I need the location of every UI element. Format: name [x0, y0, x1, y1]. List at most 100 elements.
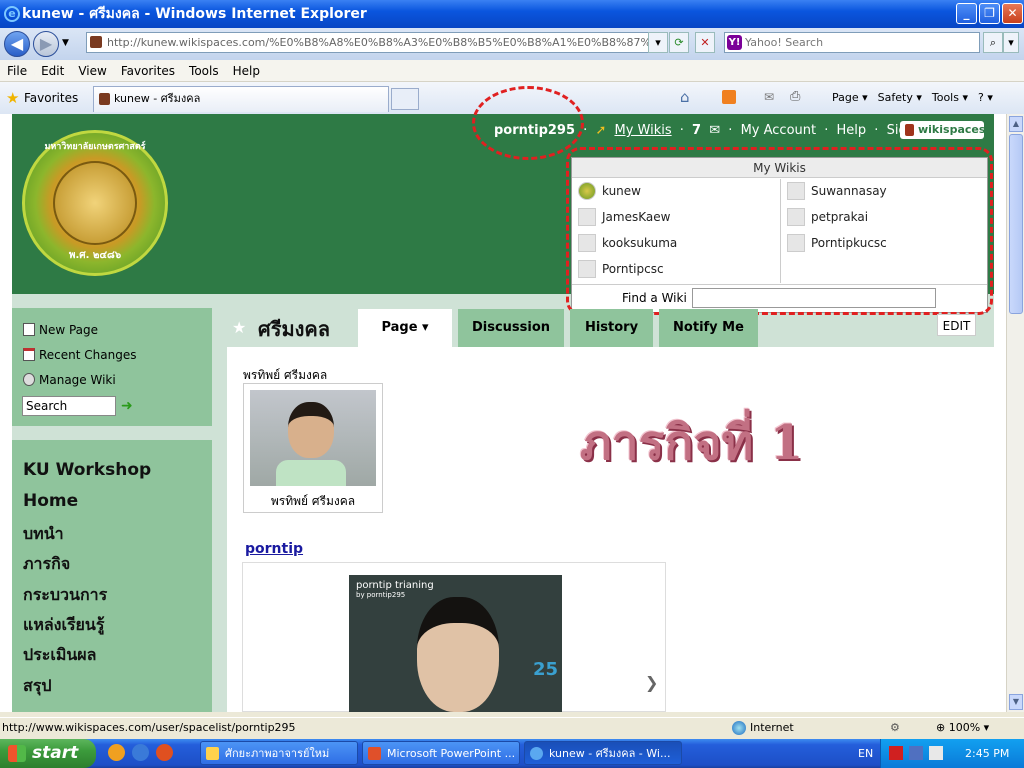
scroll-down-icon[interactable]: ▼	[1009, 694, 1023, 710]
system-tray: 2:45 PM	[880, 739, 1024, 768]
security-zone: Internet	[732, 718, 794, 738]
photo-shirt	[276, 460, 346, 486]
red-annotation-oval	[472, 86, 584, 160]
scroll-thumb[interactable]	[1009, 134, 1023, 314]
sidebar-item-resources[interactable]: แหล่งเรียนรู้	[23, 613, 104, 638]
start-button[interactable]: start	[0, 739, 96, 768]
taskbar-item-active[interactable]: kunew - ศรีมงคล - Wi...	[524, 741, 682, 765]
video-player[interactable]: porntip trianing by porntip295 25	[349, 575, 562, 712]
sidebar-item-home[interactable]: Home	[23, 491, 78, 511]
tools-menu-button[interactable]: Tools ▾	[932, 88, 968, 108]
safety-menu-button[interactable]: Safety ▾	[878, 88, 922, 108]
profile-photo[interactable]: พรทิพย์ ศรีมงคล	[243, 383, 383, 513]
back-button[interactable]: ◀	[4, 31, 30, 57]
page-title: ศรีมงคล	[258, 317, 331, 341]
ie-quick-icon[interactable]	[132, 744, 149, 761]
envelope-icon[interactable]: ✉	[709, 123, 720, 138]
command-bar: Page ▾ Safety ▾ Tools ▾ ? ▾	[832, 88, 1003, 108]
my-account-link[interactable]: My Account	[741, 123, 817, 138]
menu-tools[interactable]: Tools	[182, 60, 226, 82]
video-face	[417, 597, 499, 712]
wiki-search-input[interactable]: Search	[22, 396, 116, 416]
manage-wiki-link[interactable]: Manage Wiki	[23, 372, 116, 388]
antivirus-icon[interactable]	[889, 746, 903, 760]
favorite-star-icon[interactable]: ★	[232, 318, 246, 337]
tab-notify-me[interactable]: Notify Me	[659, 309, 758, 347]
photo-face	[288, 402, 334, 458]
address-dropdown-button[interactable]: ▾	[648, 32, 668, 53]
edit-button[interactable]: EDIT	[937, 314, 976, 336]
scroll-up-icon[interactable]: ▲	[1009, 116, 1023, 132]
tab-discussion[interactable]: Discussion	[458, 309, 564, 347]
menu-view[interactable]: View	[71, 60, 113, 82]
print-icon[interactable]: ⎙	[790, 89, 800, 104]
windows-logo-icon	[8, 745, 26, 762]
university-logo[interactable]: มหาวิทยาลัยเกษตรศาสตร์ พ.ศ. ๒๔๘๖	[22, 130, 168, 276]
search-arrow-icon[interactable]: ➜	[121, 399, 137, 413]
page-menu-button[interactable]: Page ▾	[832, 88, 868, 108]
taskbar-item[interactable]: Microsoft PowerPoint ...	[362, 741, 520, 765]
protected-mode-icon[interactable]: ⚙	[890, 718, 900, 738]
media-quick-icon[interactable]	[156, 744, 173, 761]
sidebar-item-process[interactable]: กระบวนการ	[23, 583, 107, 608]
minimize-button[interactable]: _	[956, 3, 977, 24]
menu-help[interactable]: Help	[226, 60, 267, 82]
language-indicator[interactable]: EN	[858, 739, 873, 768]
network-icon[interactable]	[909, 746, 923, 760]
message-count[interactable]: 7	[692, 123, 701, 138]
emblem-icon	[53, 161, 137, 245]
video-number: 25	[532, 659, 558, 680]
close-button[interactable]: ✕	[1002, 3, 1023, 24]
tab-history[interactable]: History	[570, 309, 653, 347]
menu-bar: File Edit View Favorites Tools Help	[0, 60, 1024, 82]
tab-page[interactable]: Page ▾	[358, 309, 452, 347]
ie-icon	[530, 747, 543, 760]
site-favicon-icon	[90, 36, 102, 48]
menu-favorites[interactable]: Favorites	[114, 60, 182, 82]
nav-separator: ·	[728, 123, 733, 138]
sidebar-item-ku-workshop[interactable]: KU Workshop	[23, 460, 151, 480]
zoom-level[interactable]: ⊕ 100% ▾	[936, 718, 989, 738]
new-page-link[interactable]: New Page	[23, 322, 98, 338]
menu-edit[interactable]: Edit	[34, 60, 71, 82]
window-title: kunew - ศรีมงคล - Windows Internet Explo…	[22, 6, 367, 22]
yahoo-icon: Y!	[727, 35, 742, 50]
sidebar-item-mission[interactable]: ภารกิจ	[23, 552, 70, 577]
arrow-icon: ➚	[595, 123, 607, 138]
new-tab-button[interactable]	[391, 88, 419, 110]
vertical-scrollbar[interactable]: ▲ ▼	[1006, 114, 1024, 712]
sidebar-item-intro[interactable]: บทนำ	[23, 522, 64, 547]
address-input[interactable]: http://kunew.wikispaces.com/%E0%B8%A8%E0…	[86, 32, 662, 53]
sidebar-item-conclusion[interactable]: สรุป	[23, 674, 52, 699]
refresh-button[interactable]: ⟳	[669, 32, 689, 53]
my-wikis-link[interactable]: My Wikis	[614, 123, 671, 138]
browser-tab[interactable]: kunew - ศรีมงคล	[93, 86, 389, 112]
search-go-button[interactable]: ⌕	[983, 32, 1003, 53]
maximize-button[interactable]: ❐	[979, 3, 1000, 24]
yahoo-search-input[interactable]: Y! Yahoo! Search	[724, 32, 980, 53]
mail-icon[interactable]: ✉	[764, 90, 774, 104]
search-options-button[interactable]: ▾	[1003, 32, 1019, 53]
wikispaces-logo[interactable]: wikispaces	[900, 121, 985, 139]
star-icon: ★	[6, 89, 20, 107]
home-icon[interactable]: ⌂	[680, 88, 690, 106]
status-url: http://www.wikispaces.com/user/spacelist…	[2, 721, 296, 734]
recent-changes-link[interactable]: Recent Changes	[23, 347, 136, 363]
history-dropdown-icon[interactable]: ▼	[62, 38, 69, 48]
photo-caption: พรทิพย์ ศรีมงคล	[270, 494, 356, 508]
volume-icon[interactable]	[929, 746, 943, 760]
menu-file[interactable]: File	[0, 60, 34, 82]
taskbar-item[interactable]: ศักยะภาพอาจารย์ใหม่	[200, 741, 358, 765]
sidebar-item-evaluation[interactable]: ประเมินผล	[23, 643, 96, 668]
clock[interactable]: 2:45 PM	[965, 739, 1009, 768]
calendar-icon	[23, 348, 35, 361]
stop-button[interactable]: ✕	[695, 32, 715, 53]
next-arrow-icon[interactable]: ❯	[645, 673, 658, 692]
help-menu-button[interactable]: ? ▾	[978, 88, 993, 108]
quick-launch-icon[interactable]	[108, 744, 125, 761]
forward-button[interactable]: ▶	[33, 31, 59, 57]
help-link[interactable]: Help	[837, 123, 867, 138]
rss-feed-icon[interactable]	[722, 90, 736, 104]
favorites-button[interactable]: ★ Favorites	[4, 88, 78, 108]
user-link[interactable]: porntip	[245, 541, 303, 557]
